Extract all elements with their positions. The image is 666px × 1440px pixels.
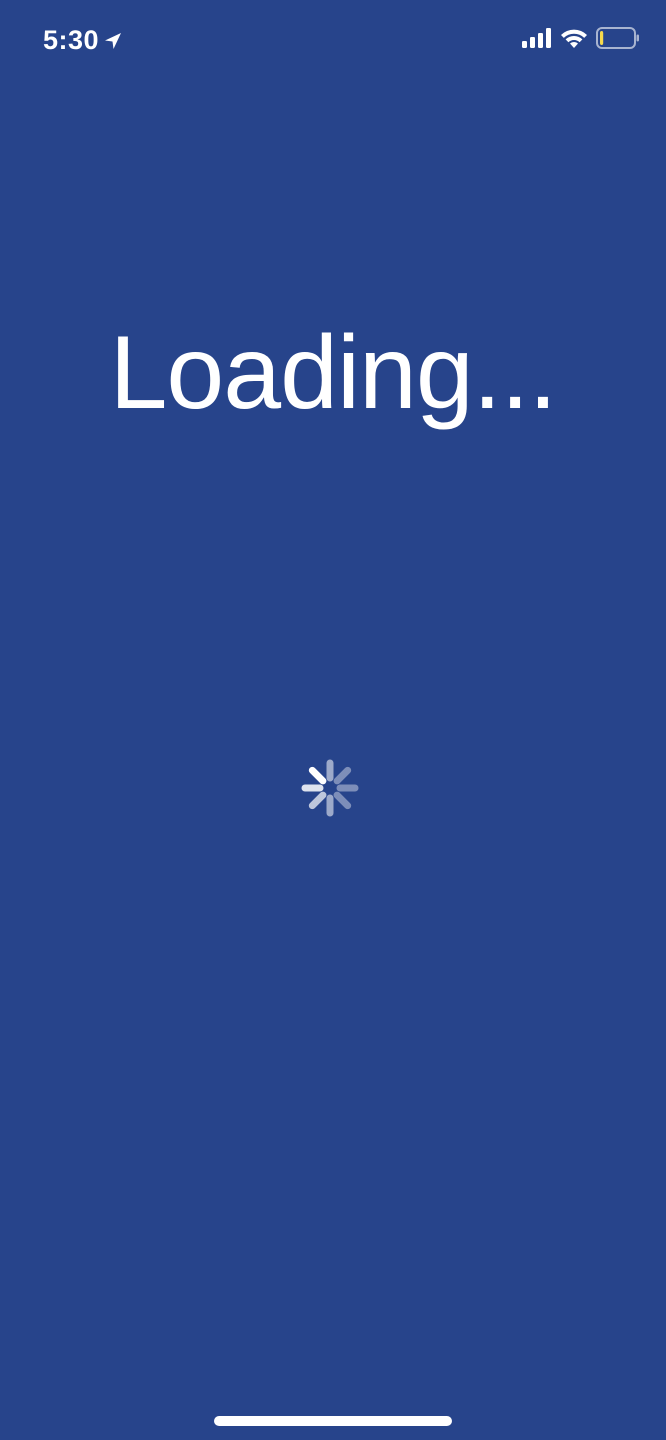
spinner-spoke [333,791,352,810]
battery-low-icon [596,27,639,49]
spinner-spoke [308,791,327,810]
loading-title: Loading... [109,315,558,431]
status-bar: 5:30 [0,0,666,80]
location-arrow-icon [105,33,122,49]
spinner-spoke [308,766,327,785]
wifi-icon [561,29,587,48]
status-time: 5:30 [43,25,100,55]
cellular-signal-icon [522,28,551,48]
loading-screen: 5:30 Loading... [0,0,666,1440]
spinner-spoke [333,766,352,785]
status-icons [522,27,640,49]
activity-spinner-icon [301,759,359,817]
home-indicator[interactable] [214,1416,452,1426]
status-time-group: 5:30 [43,22,123,58]
